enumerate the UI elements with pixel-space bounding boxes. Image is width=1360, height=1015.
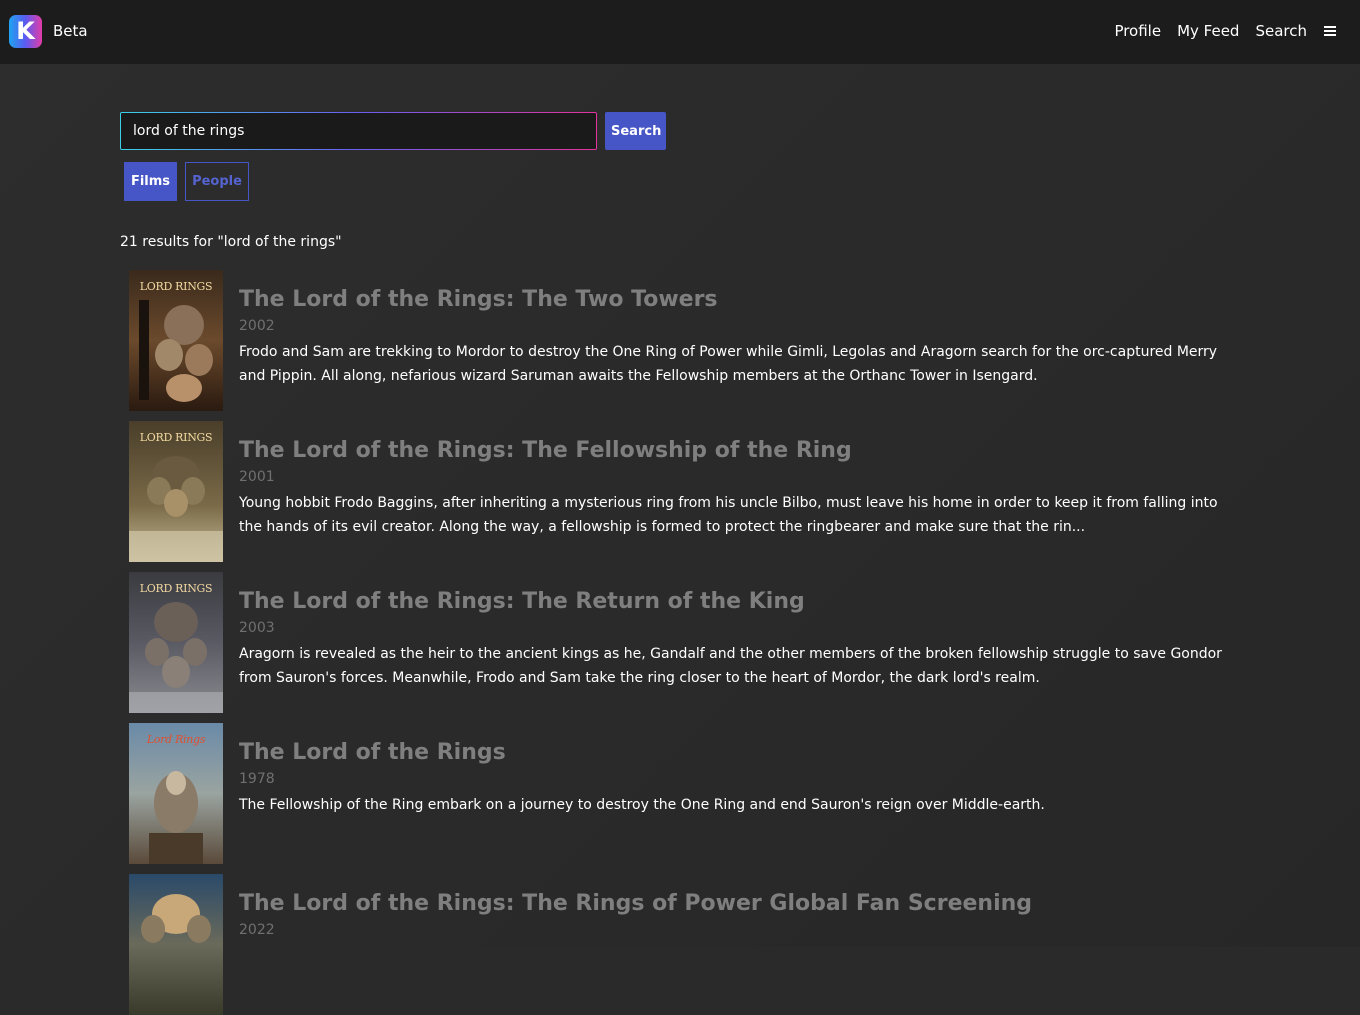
film-title[interactable]: The Lord of the Rings: The Return of the… bbox=[239, 588, 805, 616]
film-description: The Fellowship of the Ring embark on a j… bbox=[239, 797, 1045, 813]
result-item[interactable]: LORD RINGS The Lord of the Rings: The Fe… bbox=[129, 421, 1239, 562]
film-year: 2022 bbox=[239, 922, 275, 938]
tab-films[interactable]: Films bbox=[124, 162, 177, 201]
nav-link-profile[interactable]: Profile bbox=[1114, 21, 1161, 41]
film-title[interactable]: The Lord of the Rings: The Two Towers bbox=[239, 286, 718, 314]
film-description: Aragorn is revealed as the heir to the a… bbox=[239, 646, 1222, 686]
film-poster[interactable]: LORD RINGS bbox=[129, 270, 223, 411]
nav-link-search[interactable]: Search bbox=[1255, 21, 1307, 41]
poster-title: Lord Rings bbox=[146, 733, 206, 746]
film-title[interactable]: The Lord of the Rings: The Rings of Powe… bbox=[239, 890, 1032, 918]
result-item[interactable]: Lord Rings The Lord of the Rings 1978 Th… bbox=[129, 723, 1239, 864]
search-button[interactable]: Search bbox=[605, 112, 666, 150]
film-title[interactable]: The Lord of the Rings bbox=[239, 739, 506, 767]
top-navbar: K Beta Profile My Feed Search bbox=[0, 0, 1360, 64]
results-count: 21 results for "lord of the rings" bbox=[120, 234, 342, 250]
search-input[interactable] bbox=[120, 112, 597, 150]
tab-people[interactable]: People bbox=[185, 162, 249, 201]
film-title[interactable]: The Lord of the Rings: The Fellowship of… bbox=[239, 437, 852, 465]
app-logo[interactable]: K bbox=[9, 15, 42, 48]
nav-links: Profile My Feed Search bbox=[1114, 21, 1307, 41]
result-item[interactable]: LORD RINGS The Lord of the Rings: The Tw… bbox=[129, 270, 1239, 411]
film-year: 1978 bbox=[239, 771, 275, 787]
poster-title: LORD RINGS bbox=[139, 431, 213, 444]
logo-letter: K bbox=[16, 17, 35, 45]
film-description: Frodo and Sam are trekking to Mordor to … bbox=[239, 344, 1218, 384]
film-year: 2001 bbox=[239, 469, 275, 485]
film-poster[interactable]: Lord Rings bbox=[129, 723, 223, 864]
poster-title: LORD RINGS bbox=[139, 280, 213, 293]
poster-title: LORD RINGS bbox=[139, 582, 213, 595]
film-year: 2003 bbox=[239, 620, 275, 636]
hamburger-menu-icon[interactable] bbox=[1324, 25, 1336, 37]
result-item[interactable]: The Lord of the Rings: The Rings of Powe… bbox=[129, 874, 1239, 1015]
film-year: 2002 bbox=[239, 318, 275, 334]
film-poster[interactable] bbox=[129, 874, 223, 1015]
film-poster[interactable]: LORD RINGS bbox=[129, 421, 223, 562]
brand-beta-label: Beta bbox=[53, 22, 88, 40]
nav-link-my-feed[interactable]: My Feed bbox=[1177, 21, 1239, 41]
film-poster[interactable]: LORD RINGS bbox=[129, 572, 223, 713]
result-item[interactable]: LORD RINGS The Lord of the Rings: The Re… bbox=[129, 572, 1239, 713]
film-description: Young hobbit Frodo Baggins, after inheri… bbox=[239, 495, 1218, 535]
